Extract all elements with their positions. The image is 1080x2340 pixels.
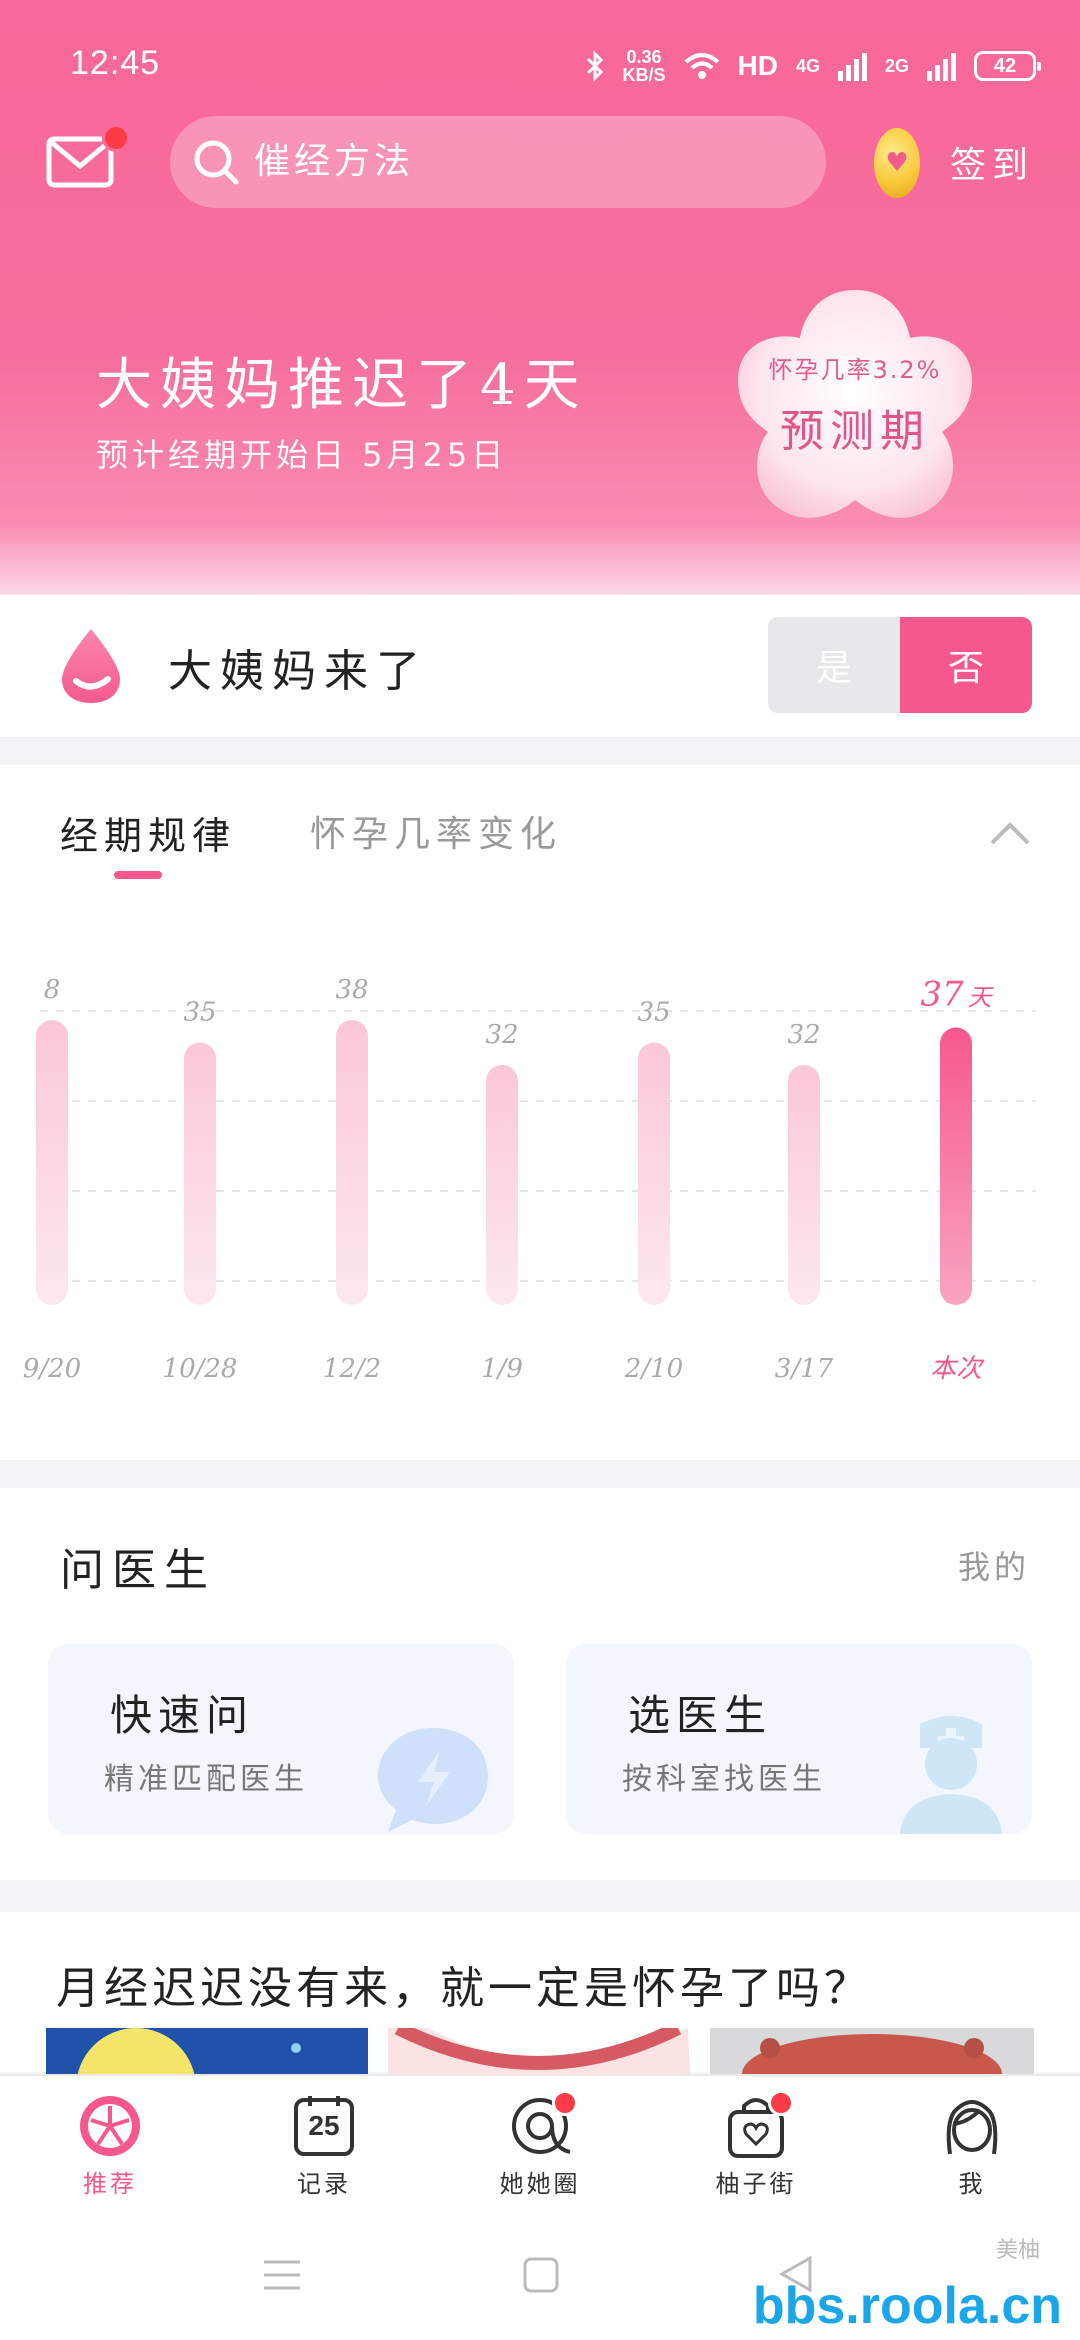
tab-cycle-pattern[interactable]: 经期规律	[60, 805, 236, 860]
chart-bar[interactable]	[184, 1042, 216, 1306]
bar-value-label: 8	[44, 975, 61, 1005]
bar-value-label: 37 天	[920, 975, 994, 1015]
signin-button[interactable]: 签到	[950, 136, 1034, 188]
net-speed: 0.36 KB/S	[623, 48, 666, 84]
prediction-label: 预测期	[780, 406, 930, 457]
pregnancy-chance: 怀孕几率3.2%	[768, 356, 942, 384]
bottom-tab-bar: 推荐 25 记录 她她圈 柚子街 我	[0, 2074, 1080, 2204]
tab-circle[interactable]: 她她圈	[470, 2090, 610, 2199]
search-placeholder: 催经方法	[254, 141, 415, 182]
x-tick-label: 1/9	[481, 1354, 523, 1384]
profile-icon	[946, 2100, 998, 2155]
chart-bar[interactable]	[336, 1020, 368, 1305]
choose-doctor-button[interactable]: 选医生 按科室找医生	[566, 1644, 1032, 1834]
bar-value-label: 32	[485, 1020, 518, 1050]
status-time: 12:45	[70, 44, 161, 82]
quick-ask-subtitle: 精准匹配医生	[104, 1762, 308, 1797]
chart-bar[interactable]	[788, 1065, 820, 1305]
quick-ask-title: 快速问	[110, 1691, 255, 1740]
collapse-chevron-icon[interactable]	[990, 821, 1030, 845]
search-bar[interactable]: 催经方法	[170, 116, 826, 208]
no-option[interactable]: 否	[900, 617, 1032, 713]
lightning-chat-icon	[378, 1728, 488, 1832]
watermark: bbs.roola.cn	[752, 2277, 1062, 2335]
tab-record[interactable]: 25 记录	[254, 2094, 394, 2199]
x-tick-label: 本次	[930, 1354, 985, 1384]
tab-recommend[interactable]: 推荐	[40, 2094, 180, 2199]
x-tick-label: 12/2	[323, 1354, 381, 1384]
x-tick-label: 3/17	[775, 1354, 834, 1384]
battery-icon: 42	[974, 51, 1041, 81]
cycle-bar-chart: 8 9/20 35 10/28 38 12/2 32 1/9 35 2/10 32 3/17 37 天本次	[23, 975, 1036, 1384]
status-icons: 0.36 KB/S HD 4G 2G 42	[585, 44, 1041, 88]
tab-recommend-label: 推荐	[83, 2170, 137, 2198]
search-icon	[194, 140, 239, 185]
period-came-row: 大姨妈来了 是 否	[0, 595, 1080, 737]
tab-record-label: 记录	[297, 2170, 351, 2198]
hd-indicator: HD	[737, 50, 778, 81]
chart-bar[interactable]	[638, 1042, 670, 1306]
mail-notification-dot	[102, 124, 130, 152]
tab-pregnancy-chance[interactable]: 怀孕几率变化	[310, 805, 562, 857]
yes-option[interactable]: 是	[768, 617, 900, 713]
prediction-badge[interactable]: 怀孕几率3.2% 预测期	[720, 350, 990, 459]
active-tab-indicator	[114, 871, 162, 879]
bar-value-label: 35	[637, 998, 670, 1028]
tab-me-label: 我	[958, 2170, 986, 2198]
article-title[interactable]: 月经迟迟没有来，就一定是怀孕了吗？	[56, 1952, 872, 2016]
bar-value-unit: 天	[968, 984, 995, 1012]
signal-icon	[837, 51, 867, 81]
article-thumbnail-2[interactable]	[388, 2028, 690, 2074]
bluetooth-icon	[586, 50, 603, 82]
menu-icon[interactable]	[262, 2258, 302, 2292]
signal-icon-2	[927, 51, 956, 81]
home-icon[interactable]	[522, 2256, 560, 2294]
circle-notification-dot	[552, 2090, 578, 2116]
choose-doctor-subtitle: 按科室找医生	[622, 1762, 826, 1797]
bar-value-label: 32	[787, 1020, 820, 1050]
blood-drop-icon	[62, 629, 120, 703]
tab-circle-label: 她她圈	[499, 2170, 581, 2198]
shop-notification-dot	[768, 2090, 794, 2116]
tab-me[interactable]: 我	[902, 2094, 1042, 2199]
article-thumbnail-3[interactable]	[710, 2028, 1034, 2074]
calendar-date: 25	[308, 2110, 340, 2141]
tab-shop-label: 柚子街	[715, 2170, 797, 2198]
bar-value-label: 35	[183, 998, 216, 1028]
grapefruit-icon	[80, 2096, 140, 2156]
period-came-toggle[interactable]: 是 否	[768, 617, 1032, 713]
x-tick-label: 2/10	[624, 1354, 683, 1384]
quick-ask-button[interactable]: 快速问 精准匹配医生	[48, 1644, 514, 1834]
net-type-1: 4G	[795, 55, 820, 76]
cycle-chart-card: 经期规律 怀孕几率变化 8 9/20 35 10/28 38 12/2 32 1/9 35 2/1…	[0, 765, 1080, 1460]
wifi-icon	[684, 53, 719, 79]
ask-doctor-title: 问医生	[60, 1545, 216, 1596]
chart-bar[interactable]	[36, 1020, 68, 1305]
doctor-icon	[900, 1716, 1002, 1834]
article-thumbnail-1[interactable]	[46, 2028, 368, 2074]
net-type-2: 2G	[884, 55, 909, 76]
net-speed-unit: KB/S	[622, 65, 666, 85]
status-bar: 12:45 0.36 KB/S HD 4G 2G 42	[0, 0, 1080, 130]
x-tick-label: 9/20	[23, 1354, 81, 1384]
period-came-label: 大姨妈来了	[168, 646, 428, 697]
bar-value-label: 38	[335, 975, 368, 1005]
chart-bar[interactable]	[940, 1027, 972, 1306]
x-tick-label: 10/28	[163, 1354, 238, 1384]
chart-bar[interactable]	[486, 1065, 518, 1305]
coin-icon[interactable]: ♥	[874, 128, 920, 198]
delay-title: 大姨妈推迟了4天	[96, 353, 588, 418]
net-speed-value: 0.36	[626, 47, 662, 67]
tab-shop[interactable]: 柚子街	[686, 2090, 826, 2199]
delay-subtitle: 预计经期开始日 5月25日	[96, 436, 508, 474]
header: 12:45 0.36 KB/S HD 4G 2G 42 催经方法 ♥ 签到 大姨…	[0, 0, 1080, 595]
watermark-logo: 美柚	[995, 2238, 1040, 2263]
my-doctor-link[interactable]: 我的	[958, 1542, 1030, 1588]
ask-doctor-card: 问医生 我的 快速问 精准匹配医生 选医生 按科室找医生	[0, 1488, 1080, 1880]
choose-doctor-title: 选医生	[628, 1691, 773, 1740]
